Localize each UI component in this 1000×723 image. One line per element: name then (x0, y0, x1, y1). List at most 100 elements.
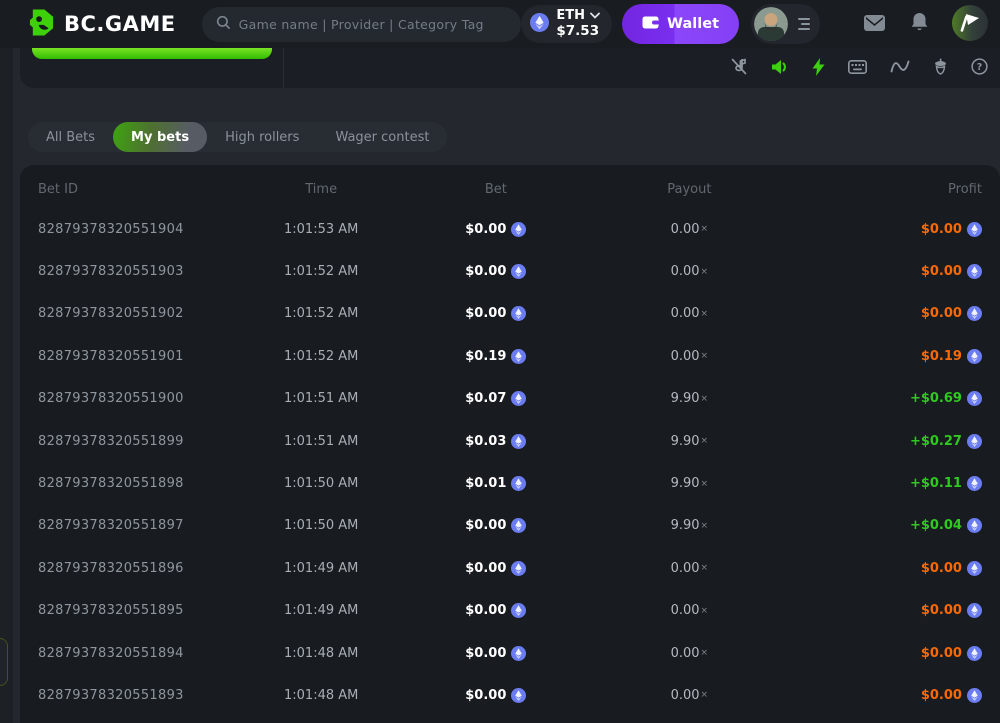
pennant-icon (952, 5, 988, 44)
bcgame-logo-icon (28, 8, 55, 41)
wallet-button[interactable]: Wallet (622, 4, 739, 44)
eth-coin-icon (511, 391, 526, 406)
bets-table: Bet ID Time Bet Payout Profit 8287937832… (20, 165, 1000, 723)
eth-coin-icon (967, 434, 982, 449)
eth-coin-icon (511, 434, 526, 449)
tab-high-rollers[interactable]: High rollers (207, 122, 317, 152)
bet-amount: $0.00 (397, 518, 595, 533)
currency-code: ETH (556, 9, 585, 23)
multiplier-symbol: × (701, 267, 709, 277)
table-row[interactable]: 82879378320551902 1:01:52 AM $0.00 0.00×… (38, 293, 982, 335)
bet-button-partial[interactable] (32, 48, 272, 59)
bet-profit: +$0.69 (784, 391, 982, 406)
bet-time: 1:01:50 AM (246, 518, 397, 533)
top-navbar: BC.GAME ETH (0, 0, 1000, 48)
bet-id: 82879378320551899 (38, 434, 246, 449)
table-row[interactable]: 82879378320551894 1:01:48 AM $0.00 0.00×… (38, 632, 982, 674)
eth-coin-icon (967, 264, 982, 279)
music-muted-icon (730, 58, 748, 78)
turbo-button[interactable] (812, 58, 825, 79)
eth-coin-icon (967, 646, 982, 661)
tab-all-bets[interactable]: All Bets (28, 122, 113, 152)
multiplier-symbol: × (701, 648, 709, 658)
multiplier-symbol: × (701, 436, 709, 446)
multiplier-symbol: × (701, 690, 709, 700)
mail-button[interactable] (864, 15, 885, 34)
eth-coin-icon (511, 688, 526, 703)
eth-coin-icon (967, 603, 982, 618)
svg-text:?: ? (977, 62, 982, 73)
search-input[interactable] (239, 17, 508, 32)
multiplier-symbol: × (701, 351, 709, 361)
multiplier-symbol: × (701, 479, 709, 489)
seeds-button[interactable] (933, 58, 948, 78)
bet-amount: $0.00 (397, 646, 595, 661)
seeds-icon (933, 58, 948, 78)
eth-coin-icon (511, 561, 526, 576)
notifications-button[interactable] (911, 13, 928, 35)
eth-coin-icon (967, 222, 982, 237)
bet-payout: 9.90× (595, 518, 784, 533)
bet-time: 1:01:51 AM (246, 391, 397, 406)
bet-id: 82879378320551900 (38, 391, 246, 406)
music-muted-button[interactable] (730, 58, 748, 78)
panel-divider (283, 48, 284, 88)
balance-amount: $7.53 (556, 24, 600, 39)
sound-on-button[interactable] (771, 59, 789, 78)
sound-on-icon (771, 59, 789, 78)
bet-amount: $0.00 (397, 603, 595, 618)
help-button[interactable]: ? (971, 58, 988, 78)
eth-coin-icon (967, 561, 982, 576)
bet-amount: $0.01 (397, 476, 595, 491)
eth-coin-icon (511, 349, 526, 364)
profile-menu[interactable] (751, 4, 820, 44)
bet-profit: $0.19 (784, 349, 982, 364)
tab-wager-contest[interactable]: Wager contest (317, 122, 447, 152)
col-bet: Bet (397, 182, 595, 197)
hotkeys-button[interactable] (848, 60, 867, 77)
table-row[interactable]: 82879378320551897 1:01:50 AM $0.00 9.90×… (38, 505, 982, 547)
tab-my-bets[interactable]: My bets (113, 122, 207, 152)
search-icon (216, 15, 231, 34)
eth-coin-icon (511, 476, 526, 491)
table-row[interactable]: 82879378320551904 1:01:53 AM $0.00 0.00×… (38, 208, 982, 250)
table-row[interactable]: 82879378320551896 1:01:49 AM $0.00 0.00×… (38, 547, 982, 589)
table-row[interactable]: 82879378320551898 1:01:50 AM $0.01 9.90×… (38, 462, 982, 504)
logo-text: BC.GAME (64, 12, 176, 36)
eth-coin-icon (967, 306, 982, 321)
bet-payout: 0.00× (595, 222, 784, 237)
chevron-down-icon (590, 9, 600, 23)
eth-coin-icon (967, 518, 982, 533)
table-row[interactable]: 82879378320551895 1:01:49 AM $0.00 0.00×… (38, 590, 982, 632)
collapsed-side-button[interactable] (0, 638, 8, 686)
col-time: Time (246, 182, 397, 197)
bcgame-logo[interactable]: BC.GAME (28, 8, 176, 41)
bet-payout: 0.00× (595, 603, 784, 618)
bet-id: 82879378320551902 (38, 306, 246, 321)
bet-profit: $0.00 (784, 264, 982, 279)
hotkeys-icon (848, 60, 867, 77)
table-row[interactable]: 82879378320551901 1:01:52 AM $0.19 0.00×… (38, 335, 982, 377)
game-panel: ? (20, 48, 1000, 88)
table-row[interactable]: 82879378320551899 1:01:51 AM $0.03 9.90×… (38, 420, 982, 462)
bet-time: 1:01:53 AM (246, 222, 397, 237)
bet-time: 1:01:52 AM (246, 349, 397, 364)
game-search[interactable] (202, 7, 522, 42)
bet-time: 1:01:51 AM (246, 434, 397, 449)
table-row[interactable]: 82879378320551903 1:01:52 AM $0.00 0.00×… (38, 250, 982, 292)
eth-coin-icon (967, 476, 982, 491)
wallet-icon (642, 15, 659, 34)
multiplier-symbol: × (701, 521, 709, 531)
table-row[interactable]: 82879378320551893 1:01:48 AM $0.00 0.00×… (38, 674, 982, 716)
quests-button[interactable] (952, 5, 988, 44)
bet-amount: $0.19 (397, 349, 595, 364)
balance-selector[interactable]: ETH $7.53 (521, 5, 612, 43)
bet-time: 1:01:48 AM (246, 646, 397, 661)
eth-coin-icon (511, 222, 526, 237)
trends-button[interactable] (890, 59, 910, 77)
bet-amount: $0.07 (397, 391, 595, 406)
table-row[interactable]: 82879378320551900 1:01:51 AM $0.07 9.90×… (38, 378, 982, 420)
avatar (754, 7, 788, 41)
bet-profit: +$0.11 (784, 476, 982, 491)
bet-profit: +$0.27 (784, 434, 982, 449)
